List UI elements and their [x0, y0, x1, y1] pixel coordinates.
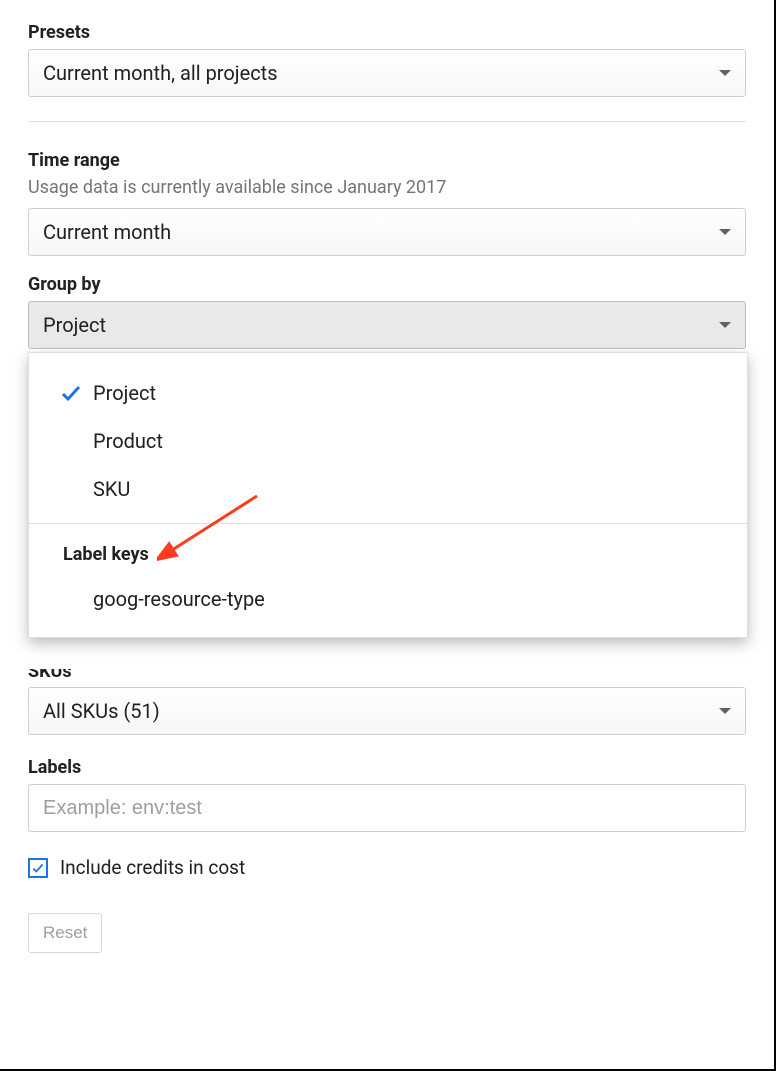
reset-label: Reset: [43, 923, 87, 943]
group-by-option-product[interactable]: Product: [29, 417, 747, 465]
labels-field: Labels: [28, 757, 746, 832]
time-range-select[interactable]: Current month: [28, 208, 746, 256]
reset-button[interactable]: Reset: [28, 913, 102, 953]
chevron-down-icon: [719, 322, 731, 328]
chevron-down-icon: [719, 70, 731, 76]
skus-label: SKUs: [28, 669, 746, 681]
check-icon: [31, 861, 45, 875]
divider: [28, 121, 746, 122]
labels-input[interactable]: [28, 784, 746, 832]
check-icon: [59, 381, 83, 405]
group-by-field: Group by Project Project Product SKU Lab…: [28, 274, 746, 349]
include-credits-row: Include credits in cost: [28, 856, 746, 879]
option-label: goog-resource-type: [93, 587, 265, 611]
time-range-field: Time range Usage data is currently avail…: [28, 150, 746, 256]
time-range-label: Time range: [28, 150, 746, 171]
label-keys-header: Label keys: [29, 534, 747, 575]
group-by-value: Project: [43, 313, 106, 337]
labels-label: Labels: [28, 757, 746, 778]
group-by-select[interactable]: Project: [28, 301, 746, 349]
chevron-down-icon: [719, 708, 731, 714]
group-by-dropdown: Project Product SKU Label keys goog-reso…: [28, 352, 748, 638]
option-label: Product: [93, 429, 163, 453]
presets-field: Presets Current month, all projects: [28, 22, 746, 97]
option-label: Project: [93, 381, 156, 405]
time-range-value: Current month: [43, 220, 171, 244]
presets-label: Presets: [28, 22, 746, 43]
group-by-label: Group by: [28, 274, 746, 295]
group-by-option-sku[interactable]: SKU: [29, 465, 747, 513]
option-label: SKU: [93, 477, 130, 501]
skus-field: SKUs All SKUs (51): [28, 669, 746, 735]
label-keys-section: Label keys goog-resource-type: [29, 523, 747, 623]
group-by-option-project[interactable]: Project: [29, 369, 747, 417]
presets-value: Current month, all projects: [43, 61, 278, 85]
presets-select[interactable]: Current month, all projects: [28, 49, 746, 97]
chevron-down-icon: [719, 229, 731, 235]
include-credits-checkbox[interactable]: [28, 858, 48, 878]
group-by-label-key-option[interactable]: goog-resource-type: [29, 575, 747, 623]
time-range-subtext: Usage data is currently available since …: [28, 177, 746, 198]
skus-value: All SKUs (51): [43, 699, 160, 723]
skus-select[interactable]: All SKUs (51): [28, 687, 746, 735]
include-credits-label: Include credits in cost: [60, 856, 245, 879]
